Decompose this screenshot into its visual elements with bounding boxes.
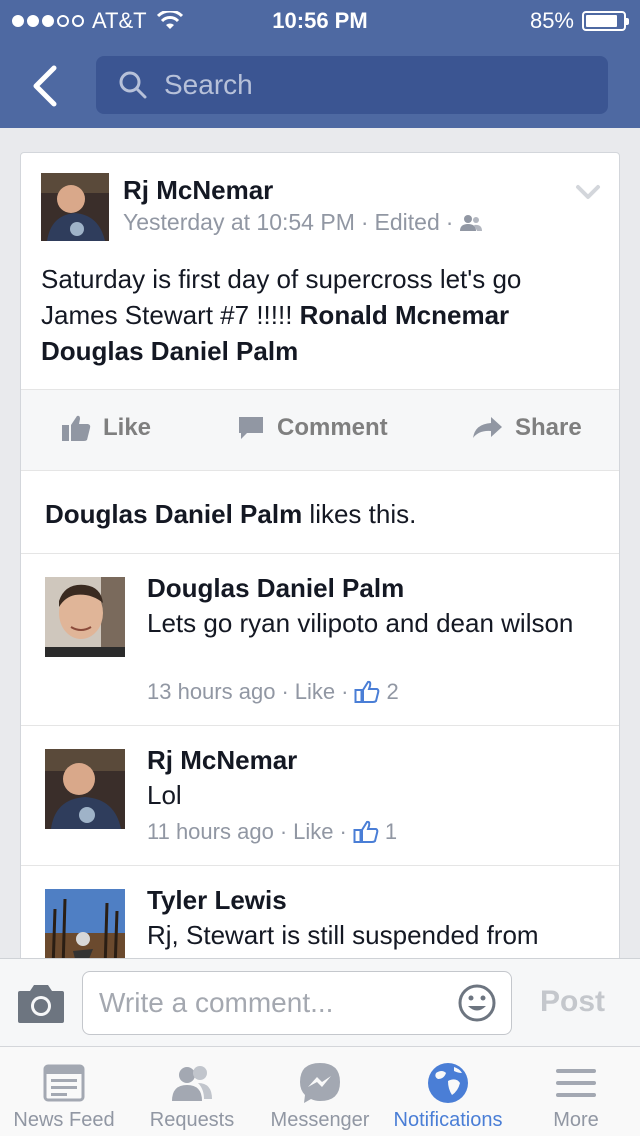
comment-button[interactable]: Comment — [237, 414, 388, 442]
tagged-user[interactable]: Ronald Mcnemar — [300, 300, 510, 330]
tab-news-feed[interactable]: News Feed — [0, 1047, 128, 1136]
share-label: Share — [515, 414, 582, 441]
post-author[interactable]: Rj McNemar — [123, 175, 273, 206]
tab-label: Messenger — [270, 1109, 370, 1131]
comment-text: Lets go ryan vilipoto and dean wilson — [147, 608, 574, 638]
search-input[interactable] — [164, 69, 564, 101]
commenter-name[interactable]: Douglas Daniel Palm — [147, 573, 404, 604]
comment-text: Rj, Stewart is still suspended from — [147, 920, 539, 950]
comment-input[interactable] — [99, 987, 449, 1019]
chevron-down-icon[interactable] — [575, 183, 601, 203]
search-icon — [119, 71, 147, 99]
top-bar: AT&T 10:56 PM 85% — [0, 0, 640, 128]
comment-meta: 13 hours ago · Like · 2 — [147, 679, 399, 705]
meta-separator: · — [445, 209, 454, 235]
post-button[interactable]: Post — [540, 985, 605, 1019]
battery-status: 85% — [529, 8, 629, 34]
camera-icon[interactable] — [16, 981, 66, 1025]
battery-icon — [582, 11, 629, 31]
chevron-left-icon[interactable] — [28, 64, 68, 108]
globe-icon — [428, 1063, 468, 1103]
tab-more[interactable]: More — [512, 1047, 640, 1136]
messenger-icon — [300, 1063, 340, 1103]
edited-label[interactable]: Edited — [375, 209, 440, 236]
commenter-name[interactable]: Tyler Lewis — [147, 885, 287, 916]
smiley-icon[interactable] — [457, 983, 497, 1023]
status-bar: AT&T 10:56 PM 85% — [0, 0, 640, 40]
commenter-name[interactable]: Rj McNemar — [147, 745, 297, 776]
comment-item: Rj McNemar Lol 11 hours ago · Like · 1 — [21, 725, 619, 865]
post-header: Rj McNemar Yesterday at 10:54 PM · Edite… — [41, 173, 601, 245]
tab-bar: News Feed Requests Messenger Notificatio… — [0, 1046, 640, 1136]
share-button[interactable]: Share — [471, 414, 582, 442]
author-avatar[interactable] — [41, 173, 109, 241]
tab-label: Requests — [149, 1109, 235, 1131]
news-feed-icon — [43, 1064, 85, 1102]
requests-icon — [172, 1066, 212, 1101]
comment-text: Lol — [147, 780, 182, 810]
post-card: Rj McNemar Yesterday at 10:54 PM · Edite… — [20, 152, 620, 1032]
share-arrow-icon — [473, 417, 502, 438]
menu-icon — [556, 1069, 596, 1097]
tagged-user[interactable]: Douglas Daniel Palm — [41, 336, 298, 366]
commenter-avatar[interactable] — [45, 889, 125, 969]
comment-like-count: 1 — [384, 819, 398, 844]
thumbs-up-outline-icon — [354, 680, 380, 703]
tab-label: News Feed — [13, 1109, 115, 1131]
like-label: Like — [103, 414, 152, 441]
comment-time[interactable]: 11 hours ago — [147, 819, 274, 845]
post-timestamp[interactable]: Yesterday at 10:54 PM — [123, 209, 355, 236]
meta-separator: · — [360, 209, 369, 235]
thumbs-up-icon — [62, 415, 91, 441]
comment-meta: 11 hours ago · Like · 1 — [147, 819, 398, 845]
like-button[interactable]: Like — [61, 414, 151, 442]
comment-like-count: 2 — [386, 679, 399, 704]
tab-notifications[interactable]: Notifications — [384, 1047, 512, 1136]
comment-like-link[interactable]: Like — [295, 679, 335, 705]
comment-composer: Post — [0, 958, 640, 1046]
liker-name[interactable]: Douglas Daniel Palm — [45, 499, 302, 529]
battery-percent: 85% — [529, 8, 574, 33]
thumbs-up-outline-icon — [353, 820, 379, 843]
comment-label: Comment — [277, 414, 388, 441]
tab-requests[interactable]: Requests — [128, 1047, 256, 1136]
comment-time[interactable]: 13 hours ago — [147, 679, 275, 705]
post-meta: Yesterday at 10:54 PM · Edited · — [123, 209, 483, 236]
comment-like-link[interactable]: Like — [293, 819, 333, 845]
comment-bubble-icon — [239, 417, 263, 439]
comment-item: Douglas Daniel Palm Lets go ryan vilipot… — [21, 553, 619, 725]
commenter-avatar[interactable] — [45, 749, 125, 829]
comment-field[interactable] — [82, 971, 512, 1035]
friends-privacy-icon[interactable] — [459, 214, 483, 232]
likes-summary[interactable]: Douglas Daniel Palm likes this. — [45, 499, 416, 530]
tab-label: Notifications — [393, 1109, 503, 1131]
post-action-bar: Like Comment Share — [21, 389, 619, 471]
tab-label: More — [553, 1109, 599, 1131]
search-bar[interactable] — [96, 56, 608, 114]
commenter-avatar[interactable] — [45, 577, 125, 657]
tab-messenger[interactable]: Messenger — [256, 1047, 384, 1136]
likes-suffix: likes this. — [302, 499, 417, 529]
post-text: Saturday is first day of supercross let'… — [41, 261, 601, 369]
